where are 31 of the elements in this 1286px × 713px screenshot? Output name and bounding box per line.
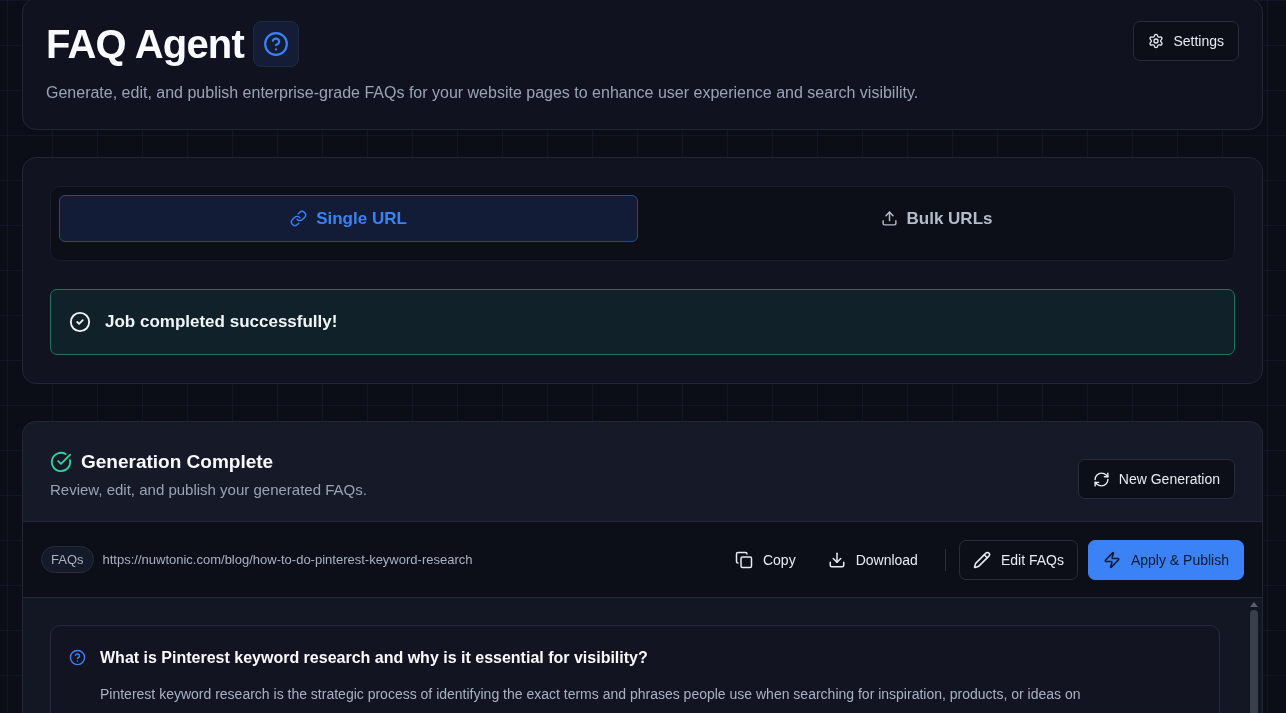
faqs-badge: FAQs	[41, 546, 94, 573]
settings-button[interactable]: Settings	[1133, 21, 1239, 61]
action-button[interactable]: Edit FAQs	[958, 539, 1078, 580]
faq-answer: Pinterest keyword research is the strategic process of identifying the exact terms and phrases people use when searching for inspiration, products, or ideas on	[100, 685, 1082, 704]
mode-tab[interactable]: Bulk URLs	[647, 195, 1226, 242]
check-circle-icon	[69, 311, 91, 333]
settings-icon	[1148, 33, 1165, 49]
page-subtitle: Generate, edit, and publish enterprise-grade FAQs for your website pages to enhance user experience and search visibility.	[46, 83, 919, 103]
help-icon[interactable]	[253, 21, 299, 67]
action-button[interactable]: Copy	[725, 539, 805, 580]
new-generation-button[interactable]: New Generation	[1077, 459, 1235, 499]
upload-icon	[880, 210, 898, 227]
link-icon	[290, 210, 308, 227]
refresh-icon	[1092, 470, 1110, 488]
scroll-up-arrow-icon[interactable]	[1250, 602, 1258, 607]
page-url: https://nuwtonic.com/blog/how-to-do-pinterest-keyword-research	[102, 552, 473, 567]
lightning-icon	[1102, 550, 1121, 569]
alert-message: Job completed successfully!	[105, 312, 338, 332]
result-title: Generation Complete	[81, 450, 274, 474]
scrollbar-thumb[interactable]	[1250, 610, 1258, 713]
check-circle-icon	[50, 451, 72, 473]
copy-icon	[734, 550, 753, 569]
action-button[interactable]: Download	[818, 539, 927, 580]
help-icon	[69, 649, 86, 666]
result-subtitle: Review, edit, and publish your generated FAQs.	[50, 480, 367, 500]
action-button[interactable]: Apply & Publish	[1087, 539, 1244, 580]
pencil-icon	[972, 550, 991, 569]
faq-question: What is Pinterest keyword research and why is it essential for visibility?	[100, 648, 648, 668]
page-title: FAQ Agent	[46, 21, 244, 67]
download-icon	[827, 550, 846, 569]
mode-tab[interactable]: Single URL	[59, 195, 638, 242]
